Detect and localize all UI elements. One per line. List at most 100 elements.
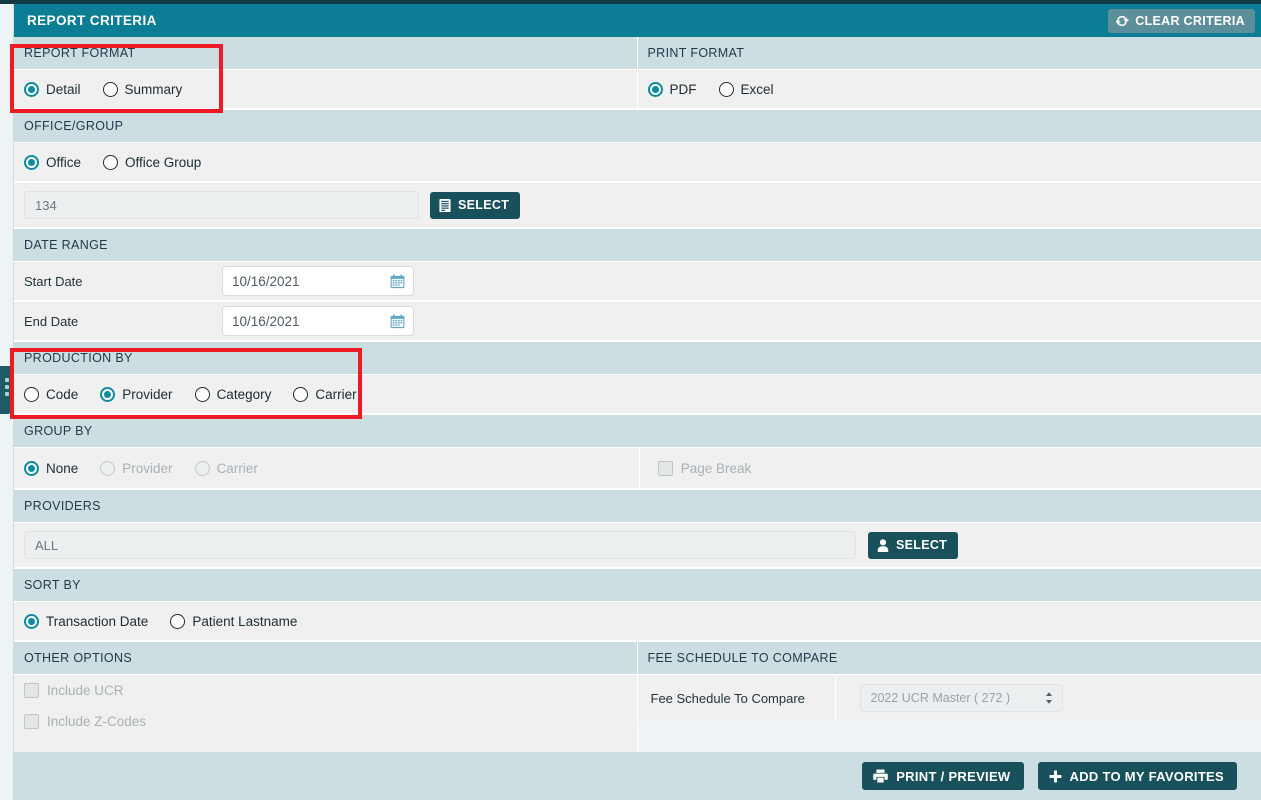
checkbox-label: Include UCR <box>47 682 124 698</box>
radio-production-category[interactable]: Category <box>194 386 272 402</box>
radio-indicator <box>24 613 39 629</box>
radio-indicator <box>102 81 118 97</box>
building-icon <box>439 198 451 212</box>
providers-section: PROVIDERS ALL SELECT <box>14 490 1261 569</box>
radio-report-format-summary[interactable]: Summary <box>102 81 183 97</box>
sort-by-options: Transaction Date Patient Lastname <box>14 602 1261 642</box>
fee-schedule-filler <box>637 721 1261 753</box>
print-format-legend: PRINT FORMAT <box>637 37 1261 70</box>
office-select-label: SELECT <box>458 198 510 212</box>
include-ucr-row: Include UCR <box>14 675 637 705</box>
printer-icon <box>873 769 888 783</box>
radio-indicator <box>170 613 186 629</box>
radio-label: PDF <box>669 81 697 97</box>
checkbox-label: Page Break <box>680 460 752 476</box>
report-criteria-page: REPORT CRITERIA CLEAR CRITERIA REPORT FO… <box>0 0 1261 800</box>
radio-office[interactable]: Office <box>24 154 82 170</box>
radio-indicator <box>24 81 39 97</box>
fee-schedule-selected-value: 2022 UCR Master ( 272 ) <box>870 691 1011 705</box>
radio-report-format-detail[interactable]: Detail <box>24 81 81 97</box>
page-break-cell: Page Break <box>638 448 1261 488</box>
radio-label: Category <box>216 386 272 402</box>
radio-label: Provider <box>122 386 173 402</box>
office-group-options: Office Office Group <box>14 143 1261 183</box>
sort-by-section: SORT BY Transaction Date Patient Lastnam… <box>14 569 1261 642</box>
group-by-section: GROUP BY None Provider Carrier Page Brea… <box>14 415 1261 490</box>
radio-indicator <box>100 386 116 402</box>
sort-by-legend: SORT BY <box>14 569 1261 602</box>
report-format-options: Detail Summary <box>14 70 637 110</box>
report-format-legend: REPORT FORMAT <box>14 37 637 70</box>
radio-indicator <box>24 460 39 476</box>
calendar-icon[interactable] <box>390 273 405 289</box>
bottom-row: OTHER OPTIONS Include UCR Include Z-Code… <box>14 642 1261 756</box>
updown-arrows-icon <box>1044 691 1054 705</box>
radio-indicator <box>647 81 663 97</box>
providers-value-row: ALL SELECT <box>14 523 1261 569</box>
office-select-button[interactable]: SELECT <box>430 191 521 219</box>
group-by-radios: None Provider Carrier <box>14 448 639 488</box>
radio-label: Carrier <box>315 386 357 402</box>
radio-label: Patient Lastname <box>192 613 298 629</box>
fee-schedule-legend: FEE SCHEDULE TO COMPARE <box>637 642 1261 675</box>
end-date-input[interactable]: 10/16/2021 <box>222 306 414 336</box>
radio-label: Office <box>46 154 82 170</box>
radio-production-provider[interactable]: Provider <box>100 386 173 402</box>
radio-print-format-excel[interactable]: Excel <box>718 81 774 97</box>
radio-label: None <box>46 460 79 476</box>
providers-input[interactable]: ALL <box>24 531 856 559</box>
production-by-options: Code Provider Category Carrier <box>14 375 1261 415</box>
checkbox-include-ucr: Include UCR <box>24 682 124 698</box>
clear-criteria-button[interactable]: CLEAR CRITERIA <box>1108 9 1255 33</box>
start-date-input[interactable]: 10/16/2021 <box>222 266 414 296</box>
radio-label: Carrier <box>216 460 258 476</box>
radio-indicator <box>103 154 119 170</box>
panel-header: REPORT CRITERIA CLEAR CRITERIA <box>14 4 1261 37</box>
other-options-section: OTHER OPTIONS Include UCR Include Z-Code… <box>14 642 638 756</box>
radio-indicator <box>24 386 39 402</box>
calendar-icon[interactable] <box>390 313 405 329</box>
end-date-row: End Date 10/16/2021 <box>14 302 1261 342</box>
radio-indicator <box>293 386 309 402</box>
plus-icon <box>1049 770 1062 783</box>
radio-sort-transaction-date[interactable]: Transaction Date <box>24 613 148 629</box>
office-value-row: 134 SELECT <box>14 183 1261 229</box>
radio-print-format-pdf[interactable]: PDF <box>647 81 697 97</box>
print-format-options: PDF Excel <box>637 70 1261 110</box>
radio-label: Detail <box>46 81 81 97</box>
add-to-favorites-button[interactable]: ADD TO MY FAVORITES <box>1037 762 1237 790</box>
start-date-label: Start Date <box>24 273 83 289</box>
radio-group-none[interactable]: None <box>24 460 79 476</box>
criteria-body: REPORT FORMAT Detail Summary PRINT FORMA… <box>14 37 1261 756</box>
drag-grip-icon <box>5 378 9 396</box>
radio-production-code[interactable]: Code <box>24 386 78 402</box>
radio-office-group[interactable]: Office Group <box>103 154 201 170</box>
providers-select-button[interactable]: SELECT <box>868 531 959 559</box>
radio-indicator <box>194 386 210 402</box>
print-format-section: PRINT FORMAT PDF Excel <box>637 37 1261 110</box>
radio-sort-patient-lastname[interactable]: Patient Lastname <box>170 613 298 629</box>
other-options-legend: OTHER OPTIONS <box>14 642 637 675</box>
radio-indicator <box>194 460 210 476</box>
checkbox-indicator <box>24 713 39 729</box>
group-by-options-row: None Provider Carrier Page Break <box>14 448 1261 490</box>
checkbox-indicator <box>657 460 673 476</box>
end-date-value: 10/16/2021 <box>232 313 300 329</box>
radio-label: Provider <box>122 460 173 476</box>
radio-indicator <box>718 81 734 97</box>
office-group-legend: OFFICE/GROUP <box>14 110 1261 143</box>
fee-schedule-select[interactable]: 2022 UCR Master ( 272 ) <box>859 684 1063 712</box>
radio-label: Summary <box>124 81 183 97</box>
checkbox-indicator <box>24 682 39 698</box>
end-date-label: End Date <box>24 313 79 329</box>
production-by-legend: PRODUCTION BY <box>14 342 1261 375</box>
providers-legend: PROVIDERS <box>14 490 1261 523</box>
add-to-favorites-label: ADD TO MY FAVORITES <box>1069 768 1224 784</box>
radio-production-carrier[interactable]: Carrier <box>293 386 357 402</box>
providers-select-label: SELECT <box>896 538 948 552</box>
office-input[interactable]: 134 <box>24 191 419 219</box>
left-rail <box>0 4 16 800</box>
date-range-legend: DATE RANGE <box>14 229 1261 262</box>
report-format-section: REPORT FORMAT Detail Summary <box>14 37 638 110</box>
print-preview-button[interactable]: PRINT / PREVIEW <box>862 762 1024 790</box>
